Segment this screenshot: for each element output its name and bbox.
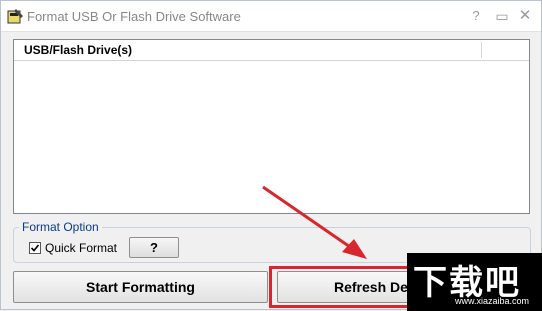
- watermark-url: www.xiazaiba.com: [455, 296, 530, 306]
- app-window: Format USB Or Flash Drive Software ? ▭ ✕…: [0, 0, 542, 311]
- watermark: 下载吧 www.xiazaiba.com: [407, 253, 542, 311]
